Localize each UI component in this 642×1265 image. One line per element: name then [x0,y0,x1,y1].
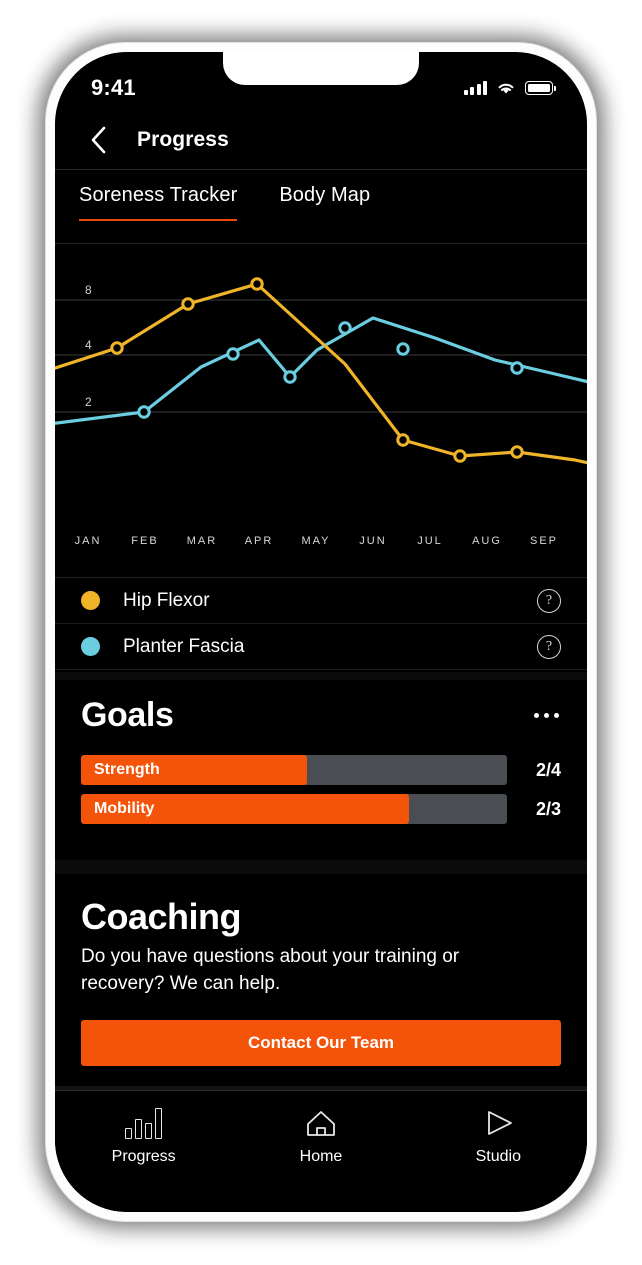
y-tick-8: 8 [85,283,92,297]
y-tick-2: 2 [85,395,92,409]
series-hip-flexor [55,277,587,465]
status-time: 9:41 [91,75,136,100]
goal-progress-track: Mobility [81,794,507,824]
status-indicators [463,80,556,96]
screenshot-root: 9:41 Progress Soreness Tracker Body Map … [0,0,642,1265]
bar-chart-icon [125,1107,163,1139]
legend-row-planter-fascia[interactable]: Planter Fascia ? [55,624,587,670]
coaching-section: Coaching Do you have questions about you… [55,874,587,1086]
goals-overflow-menu-button[interactable] [532,705,561,726]
tab-soreness-tracker-label: Soreness Tracker [79,184,238,206]
chevron-left-icon [91,126,105,153]
x-tick-may: MAY [301,535,331,547]
tabbar-label: Studio [475,1148,521,1165]
tab-strip: Soreness Tracker Body Map [55,170,587,244]
goal-row-mobility[interactable]: Mobility 2/3 [81,794,561,824]
chart-y-axis-labels: 8 4 2 [85,283,92,409]
legend-label: Planter Fascia [123,635,245,657]
goal-count: 2/3 [535,798,561,819]
tab-body-map[interactable]: Body Map [279,184,370,221]
x-tick-apr: APR [244,535,274,547]
tab-soreness-tracker[interactable]: Soreness Tracker [79,184,238,221]
bottom-tab-bar: Progress Home Studio [55,1090,587,1212]
soreness-chart-card: 8 4 2 JAN FEB MAR APR MAY JUN JUL AUG SE… [55,244,587,578]
legend-label: Hip Flexor [123,589,210,611]
wifi-icon [498,83,514,94]
x-tick-mar: MAR [186,535,218,547]
y-tick-4: 4 [85,338,92,352]
goals-title: Goals [81,696,174,734]
legend-color-dot [81,591,100,610]
x-tick-jun: JUN [359,535,387,547]
legend-row-hip-flexor[interactable]: Hip Flexor ? [55,578,587,624]
coaching-title: Coaching [81,896,242,937]
goal-progress-track: Strength [81,755,507,785]
tab-body-map-label: Body Map [279,184,371,206]
x-tick-feb: FEB [131,535,159,547]
device-notch [223,52,419,85]
x-tick-aug: AUG [472,535,502,547]
legend-color-dot [81,637,100,656]
section-divider [55,860,587,874]
soreness-line-chart[interactable]: 8 4 2 [55,244,587,494]
x-tick-sep: SEP [529,535,559,547]
phone-screen-bezel: 9:41 Progress Soreness Tracker Body Map … [55,52,587,1212]
chart-gridlines [55,299,587,413]
tabbar-item-studio[interactable]: Studio [410,1107,587,1166]
goals-list: Strength 2/4 Mobility 2/3 [55,745,587,824]
app-screen: 9:41 Progress Soreness Tracker Body Map … [55,52,587,1212]
tabbar-item-home[interactable]: Home [232,1107,409,1166]
play-triangle-icon [488,1111,513,1135]
contact-our-team-button[interactable]: Contact Our Team [81,1019,561,1066]
battery-icon [525,81,556,95]
tabbar-label: Progress [111,1148,176,1165]
question-mark-icon[interactable]: ? [537,588,561,613]
goals-header: Goals [55,680,587,745]
x-tick-jul: JUL [417,535,443,547]
nav-bar: Progress [55,110,587,170]
tabbar-label: Home [299,1148,343,1165]
series-planter-fascia [55,316,587,425]
chart-legend: Hip Flexor ? Planter Fascia ? [55,578,587,670]
coaching-description: Do you have questions about your trainin… [81,946,460,994]
back-button[interactable] [81,123,115,157]
tab-active-underline [79,218,238,221]
chart-x-axis-labels: JAN FEB MAR APR MAY JUN JUL AUG SEP [55,535,587,555]
goal-row-strength[interactable]: Strength 2/4 [81,755,561,785]
tabbar-item-progress[interactable]: Progress [55,1107,232,1166]
house-icon [307,1111,335,1136]
goal-label: Mobility [94,800,155,817]
x-tick-jan: JAN [74,535,102,547]
goal-label: Strength [94,761,160,778]
goal-count: 2/4 [535,759,561,780]
question-mark-icon[interactable]: ? [537,634,561,659]
goals-section: Goals Strength 2/4 Mobility 2/3 [55,680,587,860]
page-title: Progress [137,127,229,151]
signal-bars-icon [463,81,487,95]
